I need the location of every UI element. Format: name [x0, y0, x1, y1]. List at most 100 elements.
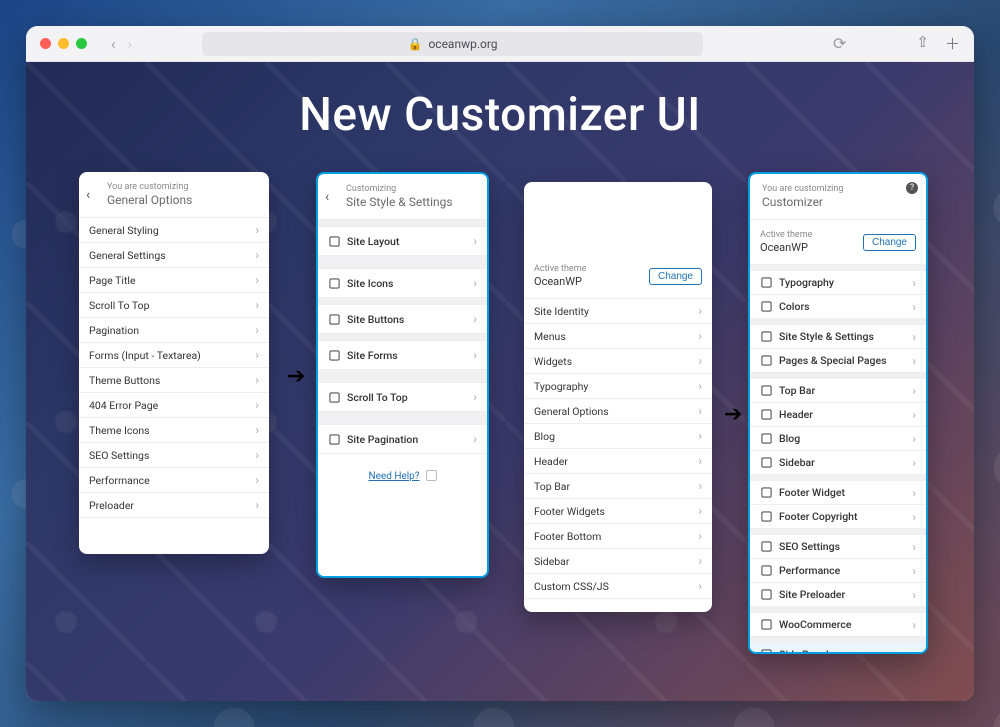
list-item[interactable]: 404 Error Page› — [79, 393, 269, 418]
chevron-right-icon: › — [698, 529, 702, 543]
item-label: Side Panel — [779, 648, 912, 654]
list-item[interactable]: Sidebar› — [524, 549, 712, 574]
list-item[interactable]: Footer Widget› — [750, 481, 926, 505]
list-item[interactable]: SEO Settings› — [750, 535, 926, 559]
chevron-right-icon: › — [473, 348, 477, 362]
back-icon[interactable]: ‹ — [86, 187, 90, 203]
item-label: General Settings — [89, 249, 255, 262]
chevron-right-icon: › — [912, 456, 916, 470]
list-item[interactable]: Site Layout› — [318, 226, 487, 256]
list-item[interactable]: Header› — [524, 449, 712, 474]
section-icon — [760, 301, 772, 313]
help-icon[interactable]: ? — [906, 182, 918, 194]
back-icon[interactable]: ‹ — [325, 189, 329, 205]
item-label: Header — [534, 455, 698, 468]
list-item[interactable]: Pagination› — [79, 318, 269, 343]
url-text: oceanwp.org — [428, 37, 497, 51]
list-item[interactable]: Site Forms› — [318, 340, 487, 370]
item-label: Blog — [779, 432, 912, 445]
section-icon — [760, 649, 772, 655]
list-item[interactable]: Site Pagination› — [318, 424, 487, 454]
chevron-right-icon: › — [698, 379, 702, 393]
theme-label: Active theme — [534, 264, 649, 274]
list-item[interactable]: WooCommerce› — [750, 613, 926, 637]
section-icon — [328, 433, 340, 445]
share-icon[interactable]: ⇧ — [916, 33, 929, 54]
url-bar[interactable]: 🔒 oceanwp.org — [202, 32, 703, 56]
list-item[interactable]: Site Icons› — [318, 268, 487, 298]
chevron-right-icon: › — [912, 588, 916, 602]
panel-new-root: You are customizing Customizer ? Active … — [748, 172, 928, 654]
list-item[interactable]: Forms (Input - Textarea)› — [79, 343, 269, 368]
eyebrow: You are customizing — [107, 182, 257, 192]
list-item[interactable]: Theme Icons› — [79, 418, 269, 443]
item-label: WooCommerce — [779, 618, 912, 631]
list-item[interactable]: Theme Buttons› — [79, 368, 269, 393]
list-item[interactable]: Scroll To Top› — [318, 382, 487, 412]
list-item[interactable]: Side Panel› — [750, 643, 926, 654]
list-item[interactable]: Page Title› — [79, 268, 269, 293]
list-item[interactable]: Widgets› — [524, 349, 712, 374]
change-theme-button[interactable]: Change — [649, 268, 702, 285]
chevron-right-icon: › — [698, 554, 702, 568]
chevron-right-icon: › — [912, 648, 916, 655]
browser-chrome: ‹ › 🔒 oceanwp.org ⟳ ⇧ ＋ — [26, 26, 974, 62]
reload-icon[interactable]: ⟳ — [833, 34, 846, 53]
section-icon — [328, 349, 340, 361]
section-icon — [760, 619, 772, 631]
item-label: Top Bar — [534, 480, 698, 493]
forward-icon[interactable]: › — [128, 35, 133, 53]
list-item[interactable]: Colors› — [750, 295, 926, 319]
list-item[interactable]: Site Preloader› — [750, 583, 926, 607]
item-label: Scroll To Top — [347, 391, 473, 404]
list-item[interactable]: Performance› — [79, 468, 269, 493]
list-item[interactable]: Typography› — [750, 271, 926, 295]
list-item[interactable]: SEO Settings› — [79, 443, 269, 468]
item-label: Site Layout — [347, 235, 473, 248]
help-link[interactable]: Need Help? — [318, 454, 487, 498]
list-item[interactable]: Blog› — [524, 424, 712, 449]
section-icon — [760, 487, 772, 499]
list-item[interactable]: General Options› — [524, 399, 712, 424]
browser-window: ‹ › 🔒 oceanwp.org ⟳ ⇧ ＋ New Customizer U… — [26, 26, 974, 701]
list-item[interactable]: Site Identity› — [524, 299, 712, 324]
list-item[interactable]: Scroll To Top› — [79, 293, 269, 318]
close-icon[interactable] — [40, 38, 51, 49]
list-item[interactable]: Footer Widgets› — [524, 499, 712, 524]
section-icon — [760, 409, 772, 421]
item-label: Footer Widgets — [534, 505, 698, 518]
chevron-right-icon: › — [255, 498, 259, 512]
list-item[interactable]: Header› — [750, 403, 926, 427]
list-item[interactable]: General Styling› — [79, 218, 269, 243]
maximize-icon[interactable] — [76, 38, 87, 49]
list-item[interactable]: Site Buttons› — [318, 304, 487, 334]
item-label: 404 Error Page — [89, 399, 255, 412]
item-label: General Styling — [89, 224, 255, 237]
chevron-right-icon: › — [255, 273, 259, 287]
list-item[interactable]: Top Bar› — [750, 379, 926, 403]
new-tab-icon[interactable]: ＋ — [945, 33, 960, 54]
list-item[interactable]: Preloader› — [79, 493, 269, 518]
list-item[interactable]: Top Bar› — [524, 474, 712, 499]
chevron-right-icon: › — [698, 354, 702, 368]
list-item[interactable]: General Settings› — [79, 243, 269, 268]
list-item[interactable]: Site Style & Settings› — [750, 325, 926, 349]
panel-header: ‹ You are customizing General Options — [79, 172, 269, 218]
list-item[interactable]: Footer Bottom› — [524, 524, 712, 549]
chevron-right-icon: › — [698, 504, 702, 518]
list-item[interactable]: Custom CSS/JS› — [524, 574, 712, 599]
list-item[interactable]: Pages & Special Pages› — [750, 349, 926, 373]
item-label: Pages & Special Pages — [779, 354, 912, 367]
list-item[interactable]: Sidebar› — [750, 451, 926, 475]
theme-name: OceanWP — [760, 241, 863, 254]
list-item[interactable]: Menus› — [524, 324, 712, 349]
minimize-icon[interactable] — [58, 38, 69, 49]
change-theme-button[interactable]: Change — [863, 234, 916, 251]
list-item[interactable]: Footer Copyright› — [750, 505, 926, 529]
section-icon — [760, 331, 772, 343]
chevron-right-icon: › — [912, 354, 916, 368]
list-item[interactable]: Typography› — [524, 374, 712, 399]
back-icon[interactable]: ‹ — [111, 35, 116, 53]
list-item[interactable]: Performance› — [750, 559, 926, 583]
list-item[interactable]: Blog› — [750, 427, 926, 451]
